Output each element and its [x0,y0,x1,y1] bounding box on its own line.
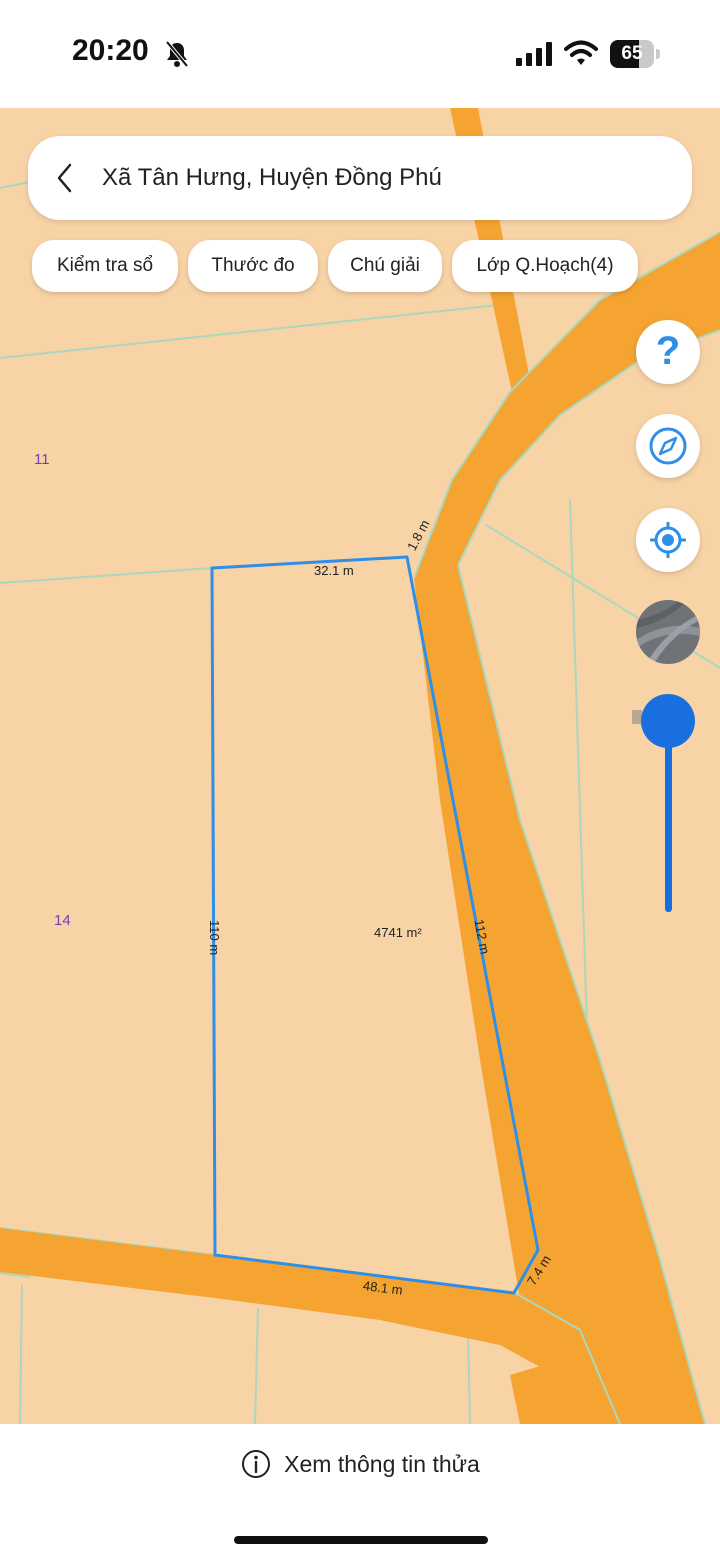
parcel-number[interactable]: 14 [54,912,71,929]
view-parcel-info-button[interactable]: Xem thông tin thửa [0,1444,720,1484]
battery-text: 65 [621,43,643,64]
wifi-icon [564,40,598,65]
location-title[interactable]: Xã Tân Hưng, Huyện Đồng Phú [102,136,442,220]
zoom-slider-track[interactable] [665,720,672,912]
map-view[interactable]: 11 14 32.1 m 1.8 m 110 m 112 m 7.4 m 48.… [0,108,720,1424]
filter-chips: Kiểm tra sổ Thước đo Chú giải Lớp Q.Hoạc… [32,240,692,296]
battery-indicator: 65 [610,40,660,68]
bell-muted-icon [165,40,189,68]
chip-planning-layer[interactable]: Lớp Q.Hoạch(4) [452,240,638,292]
zoom-slider-thumb[interactable] [641,694,695,748]
satellite-layer-button[interactable] [636,600,700,664]
chip-legend[interactable]: Chú giải [328,240,442,292]
compass-button[interactable] [636,414,700,478]
parcel-number[interactable]: 11 [34,451,50,468]
edge-label-left: 110 m [207,920,222,956]
status-time: 20:20 [72,34,149,67]
chip-ruler[interactable]: Thước đo [188,240,318,292]
question-icon: ? [656,329,680,373]
back-chevron-icon[interactable] [54,162,78,194]
edge-label-top: 32.1 m [314,563,354,578]
satellite-layer-icon [636,600,700,664]
locate-button[interactable] [636,508,700,572]
status-bar: 20:20 65 [0,0,720,108]
search-bar[interactable]: Xã Tân Hưng, Huyện Đồng Phú [28,136,692,220]
map-canvas[interactable] [0,108,720,1424]
locate-icon [650,522,686,558]
view-parcel-info-label: Xem thông tin thửa [284,1451,480,1477]
chip-check-book[interactable]: Kiểm tra sổ [32,240,178,292]
compass-icon [649,427,687,465]
help-button[interactable]: ? [636,320,700,384]
home-indicator[interactable] [234,1536,488,1544]
signal-icon [516,42,552,66]
svg-text:?: ? [656,329,680,373]
info-icon [242,1450,271,1478]
roads [0,108,720,1424]
parcel-area-label[interactable]: 4741 m² [374,925,422,940]
